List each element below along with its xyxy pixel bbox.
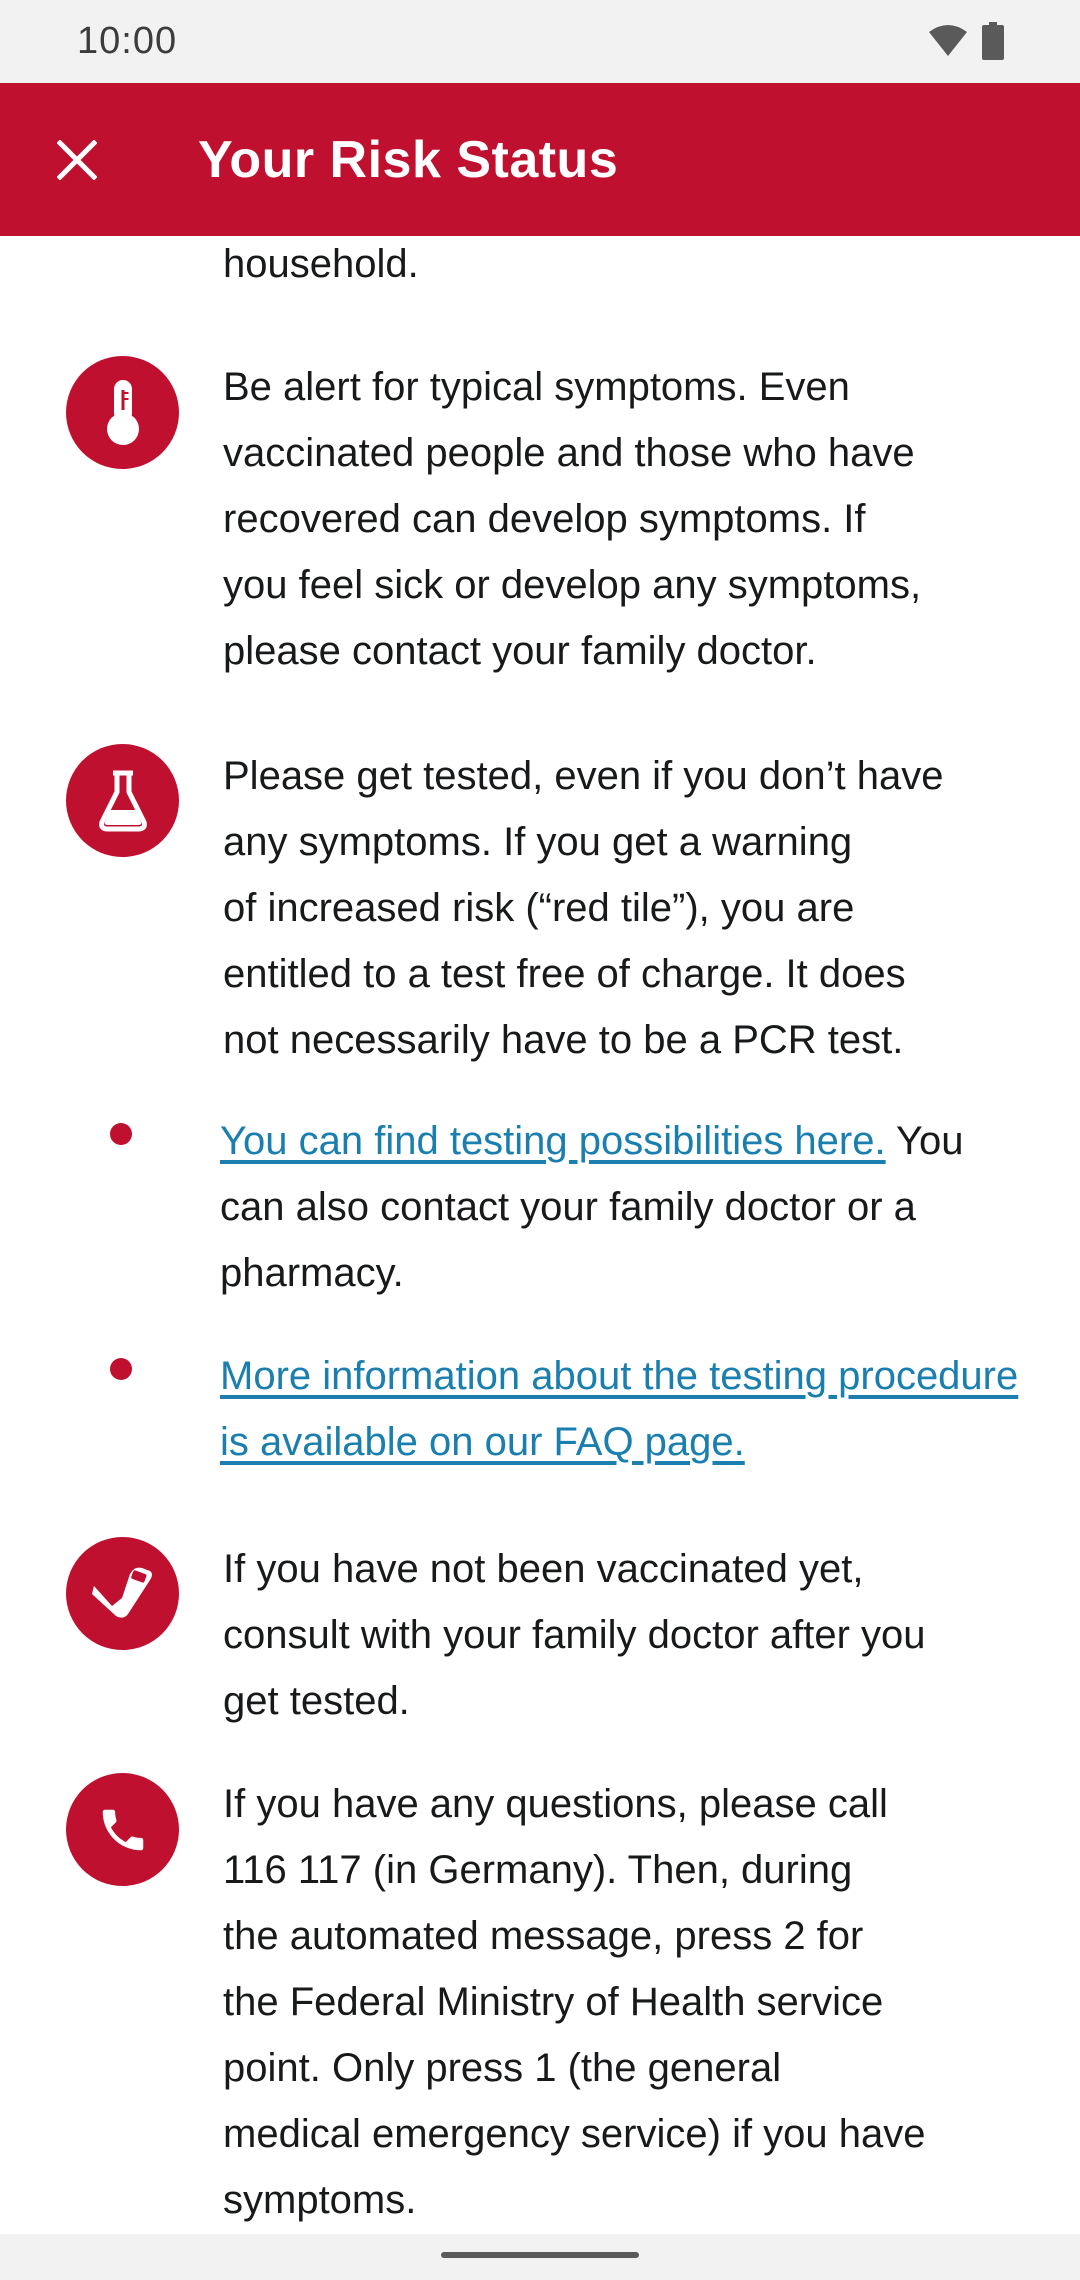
navigation-bar	[0, 2234, 1080, 2280]
test-flask-icon	[66, 744, 179, 857]
bullet-point	[110, 1358, 132, 1380]
get-tested-text: Please get tested, even if you don’t hav…	[223, 754, 944, 1062]
status-bar: 10:00	[0, 0, 1080, 83]
cut-off-text: household.	[223, 242, 419, 286]
vaccination-arm-icon	[66, 1537, 179, 1650]
hotline-text: If you have any questions, please call 1…	[223, 1782, 926, 2222]
home-indicator[interactable]	[441, 2252, 639, 2258]
bullet-point	[110, 1123, 132, 1145]
vaccination-text: If you have not been vaccinated yet, con…	[223, 1547, 926, 1723]
testing-possibilities-link[interactable]: You can find testing possibilities here.	[220, 1119, 886, 1163]
wifi-icon	[929, 25, 967, 56]
page-title: Your Risk Status	[198, 131, 619, 189]
close-icon	[57, 140, 97, 180]
app-bar: Your Risk Status	[0, 83, 1080, 236]
risk-status-content[interactable]: household. Be alert for typical symptoms…	[0, 236, 1080, 2234]
battery-icon	[982, 22, 1004, 60]
symptoms-text: Be alert for typical symptoms. Even vacc…	[223, 365, 922, 673]
status-time: 10:00	[77, 20, 178, 62]
close-button[interactable]	[44, 115, 110, 205]
faq-page-link[interactable]: More information about the testing proce…	[220, 1354, 1018, 1464]
thermometer-icon	[66, 356, 179, 469]
phone-icon	[66, 1773, 179, 1886]
list-item: You can find testing possibilities here.…	[220, 1108, 1030, 1306]
list-item: More information about the testing proce…	[220, 1343, 1030, 1475]
status-icons	[928, 22, 1004, 60]
